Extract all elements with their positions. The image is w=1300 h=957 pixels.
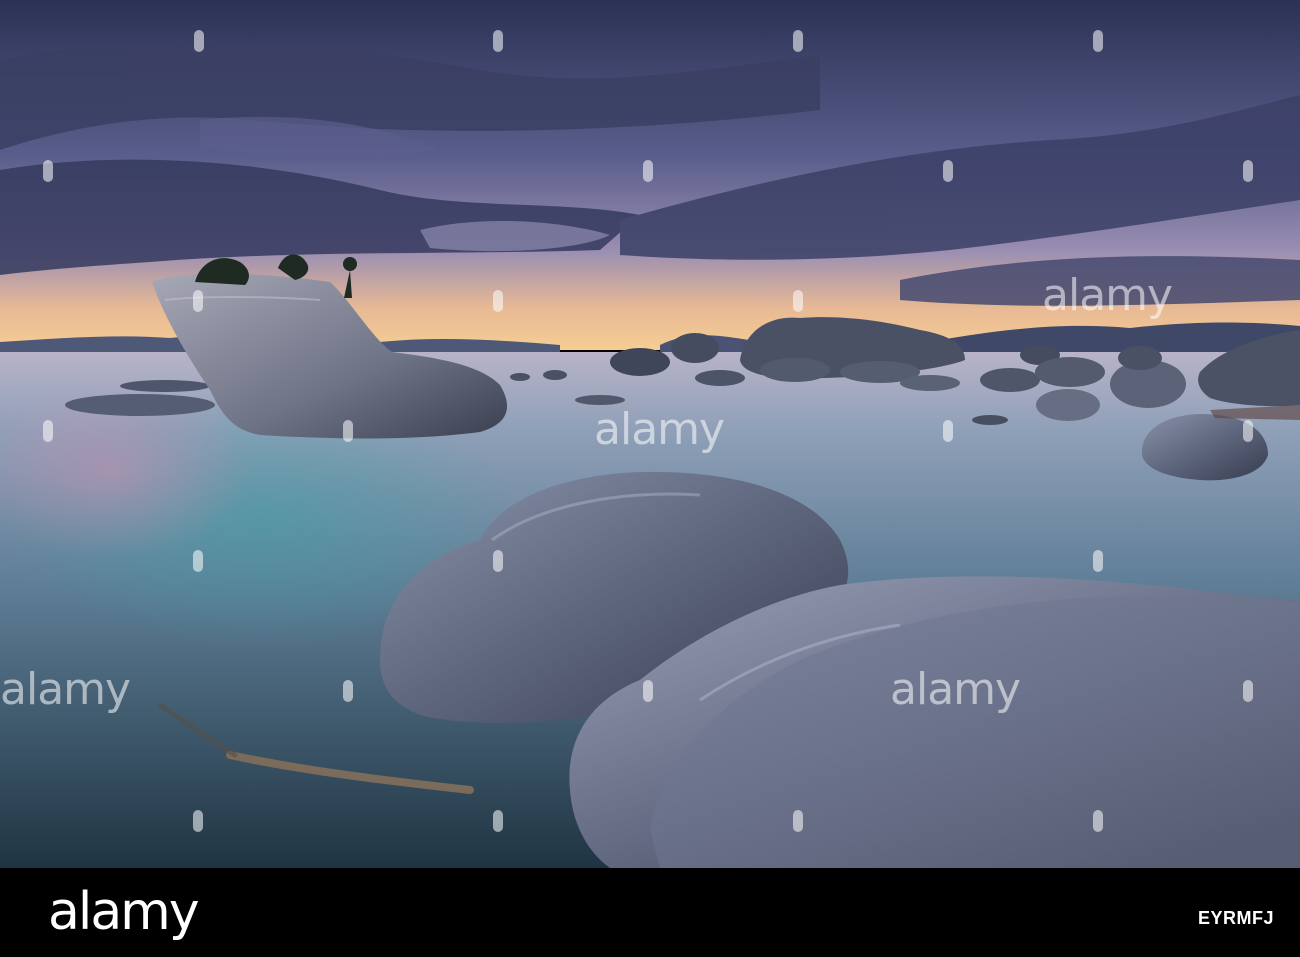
scene-svg bbox=[0, 0, 1300, 868]
alamy-logo: alamy bbox=[48, 882, 200, 942]
image-id: EYRMFJ bbox=[1197, 908, 1274, 928]
flat-rock bbox=[120, 380, 210, 392]
footer-bar: alamy EYRMFJ bbox=[0, 868, 1300, 957]
flat-rock bbox=[65, 394, 215, 416]
landscape-photo: alamy alamy alamy alamy bbox=[0, 0, 1300, 868]
